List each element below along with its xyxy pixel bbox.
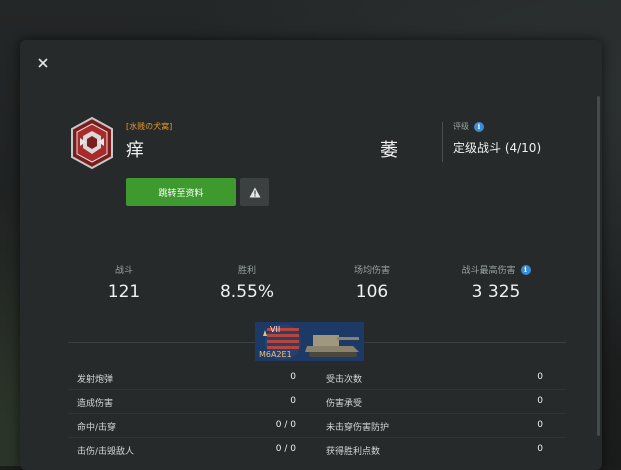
close-icon (38, 58, 48, 68)
info-icon[interactable]: i (520, 264, 531, 275)
rating-value: 定级战斗 (4/10) (453, 141, 542, 155)
stat-label: 胜利 (237, 266, 256, 276)
stat-battles: 战斗 121 (64, 263, 184, 302)
rating-label-row: 评级 i (453, 121, 484, 132)
detail-value: 0 (537, 396, 543, 406)
warning-icon (249, 187, 260, 197)
detail-label: 受击次数 (326, 375, 363, 385)
tank-tier: VII (270, 325, 281, 334)
stat-label: 场均伤害 (353, 266, 390, 276)
table-row: 发射炮弹 0 受击次数 0 (20, 366, 602, 389)
stat-avg-damage: 场均伤害 106 (312, 263, 432, 302)
stat-max-damage: 战斗最高伤害 i 3 325 (436, 263, 556, 302)
stat-label: 战斗 (114, 266, 133, 276)
detail-label: 伤害承受 (326, 399, 363, 409)
rank-emblem-icon (68, 116, 116, 170)
player-stats-dialog: [水贱の犬窝] 痒 萎 评级 i 定级战斗 (4/10) 跳转至资料 战斗 12… (20, 40, 602, 470)
detail-label: 命中/击穿 (77, 423, 117, 433)
table-row: 造成伤害 0 伤害承受 0 (20, 390, 602, 413)
detail-value: 0 (537, 372, 543, 382)
player-name: 痒 (126, 140, 144, 161)
close-button[interactable] (34, 54, 52, 72)
tank-card[interactable]: VII M6A2E1 (255, 322, 364, 361)
player-name-secondary: 萎 (380, 140, 398, 161)
stat-value: 106 (355, 282, 389, 302)
detail-label: 未击穿伤害防护 (326, 423, 390, 433)
stat-value: 8.55% (219, 282, 274, 302)
detail-label: 造成伤害 (77, 399, 114, 409)
table-row: 命中/击穿 0 / 0 未击穿伤害防护 0 (20, 414, 602, 437)
stat-win-rate: 胜利 8.55% (187, 263, 307, 302)
tank-name: M6A2E1 (259, 350, 292, 359)
detail-value: 0 (537, 444, 543, 454)
report-button[interactable] (240, 178, 269, 206)
clan-tag: [水贱の犬窝] (126, 122, 173, 131)
table-row: 击伤/击毁敌人 0 / 0 获得胜利点数 0 (20, 438, 602, 461)
go-to-profile-label: 跳转至资料 (158, 188, 204, 199)
stat-value: 3 325 (471, 282, 521, 302)
stat-label: 战斗最高伤害 (461, 266, 516, 276)
info-icon[interactable]: i (474, 121, 484, 132)
detail-value: 0 / 0 (275, 444, 296, 454)
detail-value: 0 (290, 372, 296, 382)
stat-value: 121 (107, 282, 141, 302)
go-to-profile-button[interactable]: 跳转至资料 (126, 178, 236, 206)
detail-value: 0 (537, 420, 543, 430)
detail-label: 获得胜利点数 (326, 447, 381, 457)
rating-divider (442, 122, 443, 162)
detail-value: 0 / 0 (275, 420, 296, 430)
detail-label: 击伤/击毁敌人 (77, 447, 135, 457)
detail-value: 0 (290, 396, 296, 406)
rating-label: 评级 (453, 122, 469, 131)
detail-label: 发射炮弹 (77, 375, 114, 385)
